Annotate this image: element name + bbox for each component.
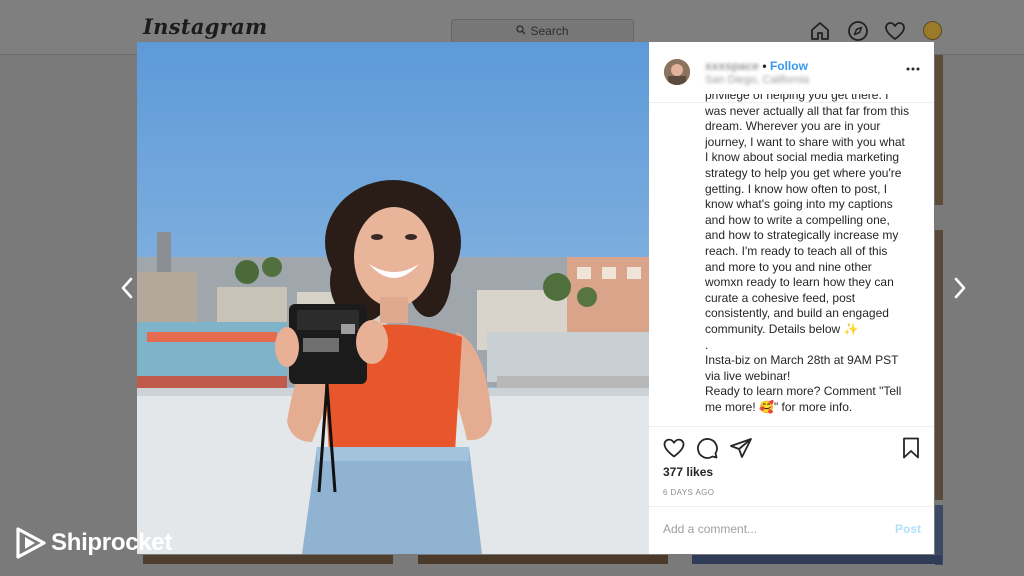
caption-line: dream. Wherever you are in your xyxy=(705,119,881,134)
background-tile xyxy=(143,555,393,564)
share-icon[interactable] xyxy=(729,436,753,460)
instagram-logo[interactable]: Instagram xyxy=(143,14,268,39)
post-date[interactable]: 6 DAYS AGO xyxy=(663,488,714,497)
caption-line: know what's going into my captions xyxy=(705,197,893,212)
caption-line: I know about social media marketing xyxy=(705,150,900,165)
author-line: xxxspace • Follow xyxy=(705,59,808,73)
caption-line: via live webinar! xyxy=(705,368,791,383)
post-modal: xxxspace • Follow San Diego, California … xyxy=(137,42,934,554)
caption-line: getting. I know how often to post, I xyxy=(705,181,888,196)
profile-avatar[interactable] xyxy=(923,21,942,40)
search-icon xyxy=(516,24,526,38)
caption-line: Insta-biz on March 28th at 9AM PST xyxy=(705,353,899,368)
caption-line: and how to strategically increase my xyxy=(705,228,899,243)
author-username[interactable]: xxxspace xyxy=(705,59,759,73)
caption-line: womxn ready to learn how they can xyxy=(705,275,894,290)
follow-button[interactable]: Follow xyxy=(770,59,808,73)
post-side-panel: xxxspace • Follow San Diego, California … xyxy=(649,42,934,554)
author-avatar[interactable] xyxy=(664,59,690,85)
home-icon[interactable] xyxy=(809,20,831,42)
background-tile xyxy=(692,555,942,564)
more-options-icon[interactable] xyxy=(906,63,920,73)
caption-line: curate a cohesive feed, post xyxy=(705,290,856,305)
comment-bar: Add a comment... Post xyxy=(649,506,934,555)
background-tile xyxy=(935,230,943,500)
shiprocket-logo-icon xyxy=(16,527,46,559)
previous-post-arrow[interactable] xyxy=(117,274,137,302)
background-tile xyxy=(418,555,668,564)
comment-icon[interactable] xyxy=(695,436,719,460)
explore-icon[interactable] xyxy=(847,20,869,42)
background-tile xyxy=(935,55,943,205)
shiprocket-brand-name: Shiprocket xyxy=(51,529,173,556)
search-placeholder: Search xyxy=(530,24,569,38)
separator-dot: • xyxy=(762,59,767,73)
post-comment-button[interactable]: Post xyxy=(895,522,921,536)
caption-line: Ready to learn more? Comment "Tell xyxy=(705,384,902,399)
heart-icon[interactable] xyxy=(884,20,906,42)
caption-line: and how to write a compelling one, xyxy=(705,212,890,227)
like-count[interactable]: 377 likes xyxy=(663,465,713,479)
search-input[interactable]: Search xyxy=(451,19,634,43)
caption-line: strategy to help you get where you're xyxy=(705,165,902,180)
comment-input[interactable]: Add a comment... xyxy=(663,522,757,536)
post-photo[interactable] xyxy=(137,42,649,554)
caption-line: privilege of helping you get there. I xyxy=(705,94,889,102)
caption-line: me more! 🥰" for more info. xyxy=(705,399,853,414)
caption-line: was never actually all that far from thi… xyxy=(705,103,910,118)
next-post-arrow[interactable] xyxy=(950,274,970,302)
caption-line: and more to you and nine other xyxy=(705,259,872,274)
caption-line: reach. I'm ready to teach all of this xyxy=(705,243,888,258)
caption-line: consistently, and build an engaged xyxy=(705,306,889,321)
post-location[interactable]: San Diego, California xyxy=(705,74,809,86)
shiprocket-watermark: Shiprocket xyxy=(15,525,172,561)
caption-line: . xyxy=(705,337,709,352)
post-caption: privilege of helping you get there. I wa… xyxy=(705,94,917,424)
save-bookmark-icon[interactable] xyxy=(899,436,923,460)
caption-line: community. Details below ✨ xyxy=(705,321,859,336)
caption-line: journey, I want to share with you what xyxy=(705,134,905,149)
post-photo-illustration xyxy=(137,42,649,554)
like-heart-icon[interactable] xyxy=(662,436,686,460)
